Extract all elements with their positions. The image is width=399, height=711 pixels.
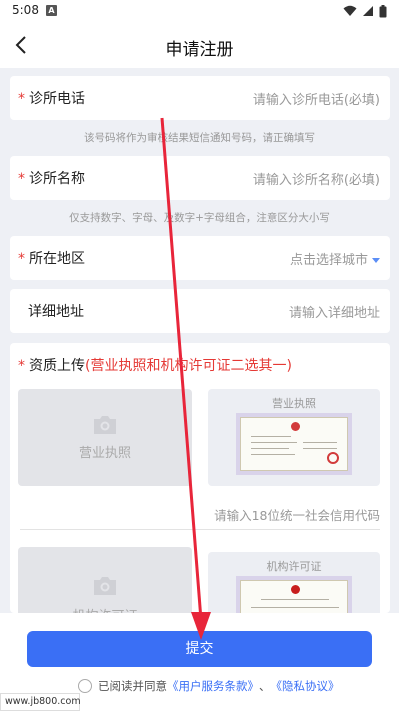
clinic-phone-label-text: 诊所电话 [29, 91, 85, 107]
header-bar: 申请注册 [0, 22, 399, 68]
clinic-phone-hint: 该号码将作为审核结果短信通知号码，请正确填写 [84, 132, 315, 144]
terms-link[interactable]: 《用户服务条款》 [167, 678, 259, 694]
region-row[interactable]: * 所在地区 点击选择城市 [10, 236, 390, 280]
watermark: www.jb800.com [0, 693, 81, 711]
status-icons [343, 4, 387, 18]
wifi-icon [343, 5, 357, 16]
region-label-text: 所在地区 [29, 251, 85, 267]
page-title: 申请注册 [165, 40, 234, 60]
qualification-section: * 资质上传(营业执照和机构许可证二选其一) 营业执照 营业执照 请输入18位统一… [10, 343, 390, 613]
address-label: 详细地址 [28, 304, 84, 320]
required-mark: * [18, 358, 25, 374]
business-license-sample-title: 营业执照 [272, 397, 316, 410]
clinic-name-input[interactable]: 请输入诊所名称(必填) [253, 169, 380, 188]
clinic-phone-input[interactable]: 请输入诊所电话(必填) [253, 89, 380, 108]
status-bar: 5:08 A [0, 0, 399, 22]
institution-permit-upload-label: 机构许可证 [18, 605, 192, 613]
agree-separator: 、 [259, 679, 271, 693]
camera-icon [94, 577, 116, 595]
business-license-sample-image [236, 413, 352, 475]
institution-permit-sample-image [236, 576, 352, 613]
business-license-upload-label: 营业执照 [78, 446, 131, 461]
required-mark: * [18, 91, 25, 107]
status-time: 5:08 [12, 3, 39, 17]
agree-checkbox[interactable] [78, 679, 92, 693]
business-license-sample: 营业执照 [208, 389, 380, 486]
clinic-phone-label: * 诊所电话 [18, 88, 85, 108]
clinic-name-row[interactable]: * 诊所名称 请输入诊所名称(必填) [10, 156, 390, 200]
clinic-name-label-text: 诊所名称 [29, 171, 85, 187]
notification-icon: A [46, 5, 57, 16]
qualification-title: * 资质上传(营业执照和机构许可证二选其一) [18, 355, 292, 375]
privacy-link[interactable]: 《隐私协议》 [271, 678, 340, 694]
clinic-name-hint: 仅支持数字、字母、及数字+字母组合，注意区分大小写 [69, 212, 330, 224]
city-select[interactable]: 点击选择城市 [290, 249, 380, 268]
required-mark: * [18, 251, 25, 267]
agree-prefix: 已阅读并同意 [98, 679, 167, 693]
address-input[interactable]: 请输入详细地址 [289, 302, 380, 321]
camera-icon [94, 416, 116, 434]
region-label: * 所在地区 [18, 248, 85, 268]
institution-permit-upload[interactable]: 机构许可证 [18, 547, 192, 613]
submit-button[interactable]: 提交 [27, 631, 372, 667]
credit-code-input[interactable]: 请输入18位统一社会信用代码 [214, 505, 380, 524]
qualification-label: 资质上传 [29, 358, 85, 374]
clinic-phone-row[interactable]: * 诊所电话 请输入诊所电话(必填) [10, 76, 390, 120]
institution-permit-sample: 机构许可证 [208, 552, 380, 613]
dropdown-caret-icon [372, 258, 380, 263]
clinic-name-label: * 诊所名称 [18, 168, 85, 188]
address-row[interactable]: 详细地址 请输入详细地址 [10, 289, 390, 333]
institution-permit-sample-title: 机构许可证 [266, 560, 322, 573]
business-license-upload[interactable]: 营业执照 [18, 389, 192, 486]
qualification-note: (营业执照和机构许可证二选其一) [85, 358, 292, 374]
battery-icon [379, 4, 387, 17]
city-select-placeholder: 点击选择城市 [289, 253, 368, 268]
signal-icon [363, 6, 373, 16]
agreement-row: 已阅读并同意 《用户服务条款》 、 《隐私协议》 [78, 677, 340, 695]
required-mark: * [18, 171, 25, 187]
credit-code-divider [20, 529, 380, 530]
